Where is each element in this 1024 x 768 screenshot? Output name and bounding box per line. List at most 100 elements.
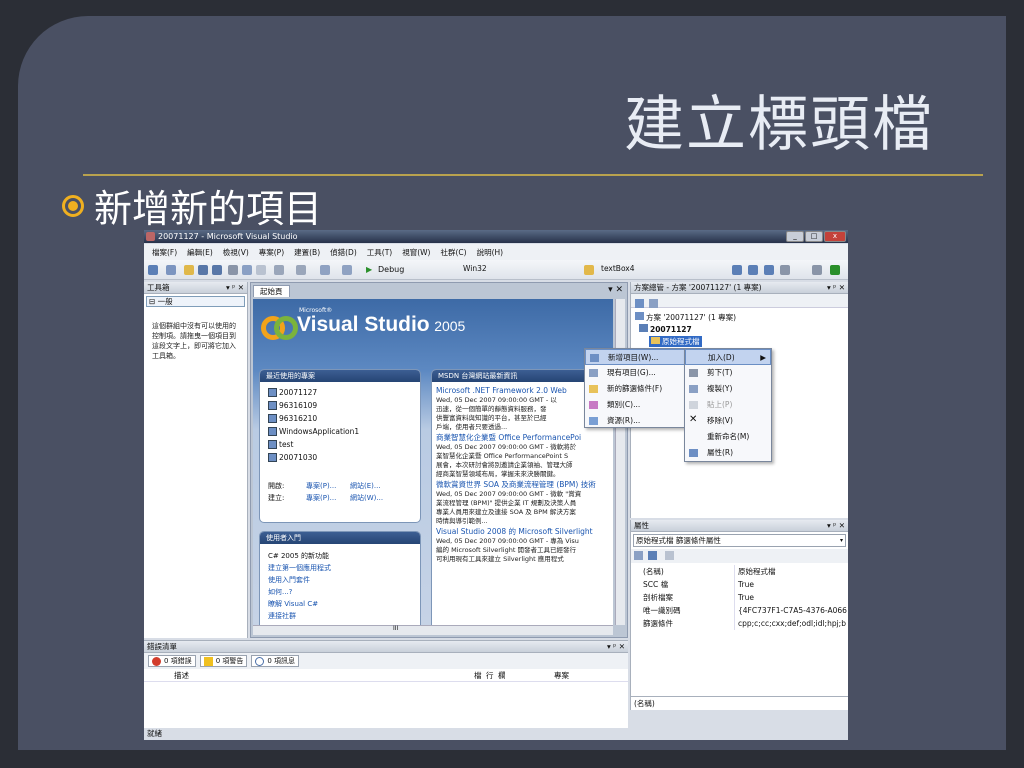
close-button[interactable]: x <box>824 231 846 242</box>
col-column[interactable]: 欄 <box>498 669 506 682</box>
menu-add-existing-item[interactable]: 現有項目(G)... <box>585 365 685 381</box>
open-icon[interactable] <box>184 265 194 275</box>
add-item-icon[interactable] <box>166 265 176 275</box>
properties-icon[interactable] <box>635 299 644 308</box>
toolbar-options-icon[interactable] <box>812 265 822 275</box>
col-line[interactable]: 行 <box>486 669 494 682</box>
open-project-link[interactable]: 專案(P)... <box>306 480 350 492</box>
menu-cut[interactable]: 剪下(T) <box>685 365 771 381</box>
menu-add-resource[interactable]: 資源(R)... <box>585 413 685 429</box>
getting-started-link[interactable]: 如何...? <box>268 586 420 598</box>
tab-start-page[interactable]: 起始頁 <box>253 285 290 297</box>
menu-tools[interactable]: 工具(T) <box>367 247 392 258</box>
property-row[interactable]: 剖析檔案 True <box>631 591 848 604</box>
resource-icon <box>589 417 598 425</box>
col-description[interactable]: 描述 <box>174 669 189 682</box>
undo-icon[interactable] <box>274 265 284 275</box>
create-project-link[interactable]: 專案(P)... <box>306 492 350 504</box>
property-row[interactable]: (名稱) 原始程式檔 <box>631 565 848 578</box>
toolbox-icon[interactable] <box>780 265 790 275</box>
copy-icon[interactable] <box>242 265 252 275</box>
doc-horizontal-scrollbar[interactable]: III <box>253 625 613 635</box>
find-icon[interactable] <box>584 265 594 275</box>
menu-view[interactable]: 檢視(V) <box>223 247 249 258</box>
property-pages-icon[interactable] <box>665 551 675 560</box>
paste-icon[interactable] <box>256 265 266 275</box>
new-project-icon[interactable] <box>148 265 158 275</box>
recent-project-item[interactable]: 20071127 <box>260 386 420 399</box>
menu-project[interactable]: 專案(P) <box>259 247 284 258</box>
tree-solution[interactable]: 方案 '20071127' (1 專案) <box>635 312 736 323</box>
navigate-icon[interactable] <box>320 265 330 275</box>
toolbox-group-general[interactable]: ⊟ 一般 <box>146 296 245 307</box>
col-file[interactable]: 檔 <box>474 669 482 682</box>
property-row[interactable]: SCC 檔 True <box>631 578 848 591</box>
menu-add[interactable]: 加入(D) ▶ <box>685 349 771 365</box>
window-titlebar[interactable]: 20071127 - Microsoft Visual Studio _ □ x <box>144 230 848 243</box>
redo-icon[interactable] <box>296 265 306 275</box>
save-icon[interactable] <box>198 265 208 275</box>
news-title-link[interactable]: 微軟賞資世界 SOA 及商業流程管理 (BPM) 技術 <box>432 479 613 490</box>
news-title-link[interactable]: Visual Studio 2008 的 Microsoft Silverlig… <box>432 526 613 537</box>
menu-window[interactable]: 視窗(W) <box>402 247 430 258</box>
menu-community[interactable]: 社群(C) <box>440 247 466 258</box>
warnings-filter-button[interactable]: 0 項警告 <box>199 655 248 667</box>
recent-project-item[interactable]: 96316210 <box>260 412 420 425</box>
properties-icon[interactable] <box>748 265 758 275</box>
recent-project-item[interactable]: 96316109 <box>260 399 420 412</box>
menu-properties[interactable]: 屬性(R) <box>685 445 771 461</box>
run-icon[interactable] <box>830 265 840 275</box>
properties-pane-controls[interactable]: ▾ ᵖ ✕ <box>827 520 845 532</box>
solution-pane-controls[interactable]: ▾ ᵖ ✕ <box>827 282 845 294</box>
slide-title: 建立標頭檔 <box>624 90 934 160</box>
menu-new-filter[interactable]: 新的篩選條件(F) <box>585 381 685 397</box>
getting-started-link[interactable]: 建立第一個應用程式 <box>268 562 420 574</box>
news-title-link[interactable]: 商業智慧化企業暨 Office PerformancePoi <box>432 432 613 443</box>
object-browser-icon[interactable] <box>764 265 774 275</box>
doc-close-controls[interactable]: ▾ ✕ <box>608 285 623 295</box>
getting-started-link[interactable]: 瞭解 Visual C# <box>268 598 420 610</box>
maximize-button[interactable]: □ <box>805 231 823 242</box>
cut-icon[interactable] <box>228 265 238 275</box>
find-combo[interactable]: textBox4 <box>598 264 728 276</box>
properties-object-selector[interactable]: 原始程式檔 篩選條件屬性 ▾ <box>633 534 846 547</box>
menu-add-new-item[interactable]: 新增項目(W)... <box>585 349 685 365</box>
toolbox-pane-controls[interactable]: ▾ ᵖ ✕ <box>226 282 244 294</box>
platform-combo[interactable]: Win32 <box>460 264 578 276</box>
menu-file[interactable]: 檔案(F) <box>152 247 177 258</box>
messages-filter-button[interactable]: 0 項訊息 <box>251 655 300 667</box>
property-row[interactable]: 唯一識別碼 {4FC737F1-C7A5-4376-A066 <box>631 604 848 617</box>
pin-icon[interactable] <box>342 265 352 275</box>
recent-project-item[interactable]: test <box>260 438 420 451</box>
categorized-icon[interactable] <box>634 551 643 560</box>
menu-remove[interactable]: ✕ 移除(V) <box>685 413 771 429</box>
property-row[interactable]: 篩選條件 cpp;c;cc;cxx;def;odl;idl;hpj;b <box>631 617 848 630</box>
menu-add-class[interactable]: 類別(C)... <box>585 397 685 413</box>
menu-edit[interactable]: 編輯(E) <box>187 247 213 258</box>
col-project[interactable]: 專案 <box>554 669 569 682</box>
menu-debug[interactable]: 偵錯(D) <box>330 247 357 258</box>
errors-filter-button[interactable]: 0 項錯誤 <box>148 655 196 667</box>
menu-copy[interactable]: 複製(Y) <box>685 381 771 397</box>
recent-project-item[interactable]: WindowsApplication1 <box>260 425 420 438</box>
getting-started-link[interactable]: 使用入門套件 <box>268 574 420 586</box>
menu-build[interactable]: 建置(B) <box>294 247 320 258</box>
open-site-link[interactable]: 網站(E)... <box>350 482 381 490</box>
minimize-button[interactable]: _ <box>786 231 804 242</box>
solution-explorer-icon[interactable] <box>732 265 742 275</box>
menu-help[interactable]: 說明(H) <box>477 247 504 258</box>
save-all-icon[interactable] <box>212 265 222 275</box>
tree-source-folder[interactable]: 原始程式檔 <box>649 336 702 347</box>
info-icon <box>255 656 265 666</box>
recent-project-item[interactable]: 20071030 <box>260 451 420 464</box>
alphabetical-icon[interactable] <box>647 551 657 560</box>
getting-started-link[interactable]: 連接社群 <box>268 610 420 622</box>
error-pane-controls[interactable]: ▾ ᵖ ✕ <box>607 641 625 653</box>
menu-rename[interactable]: 重新命名(M) <box>685 429 771 445</box>
status-bar: 就緒 <box>144 728 848 740</box>
create-site-link[interactable]: 網站(W)... <box>350 494 383 502</box>
config-label[interactable]: Debug <box>378 264 404 276</box>
start-debug-icon[interactable]: ▶ <box>366 264 372 276</box>
show-all-files-icon[interactable] <box>649 299 658 308</box>
tree-project[interactable]: 20071127 <box>639 324 692 335</box>
